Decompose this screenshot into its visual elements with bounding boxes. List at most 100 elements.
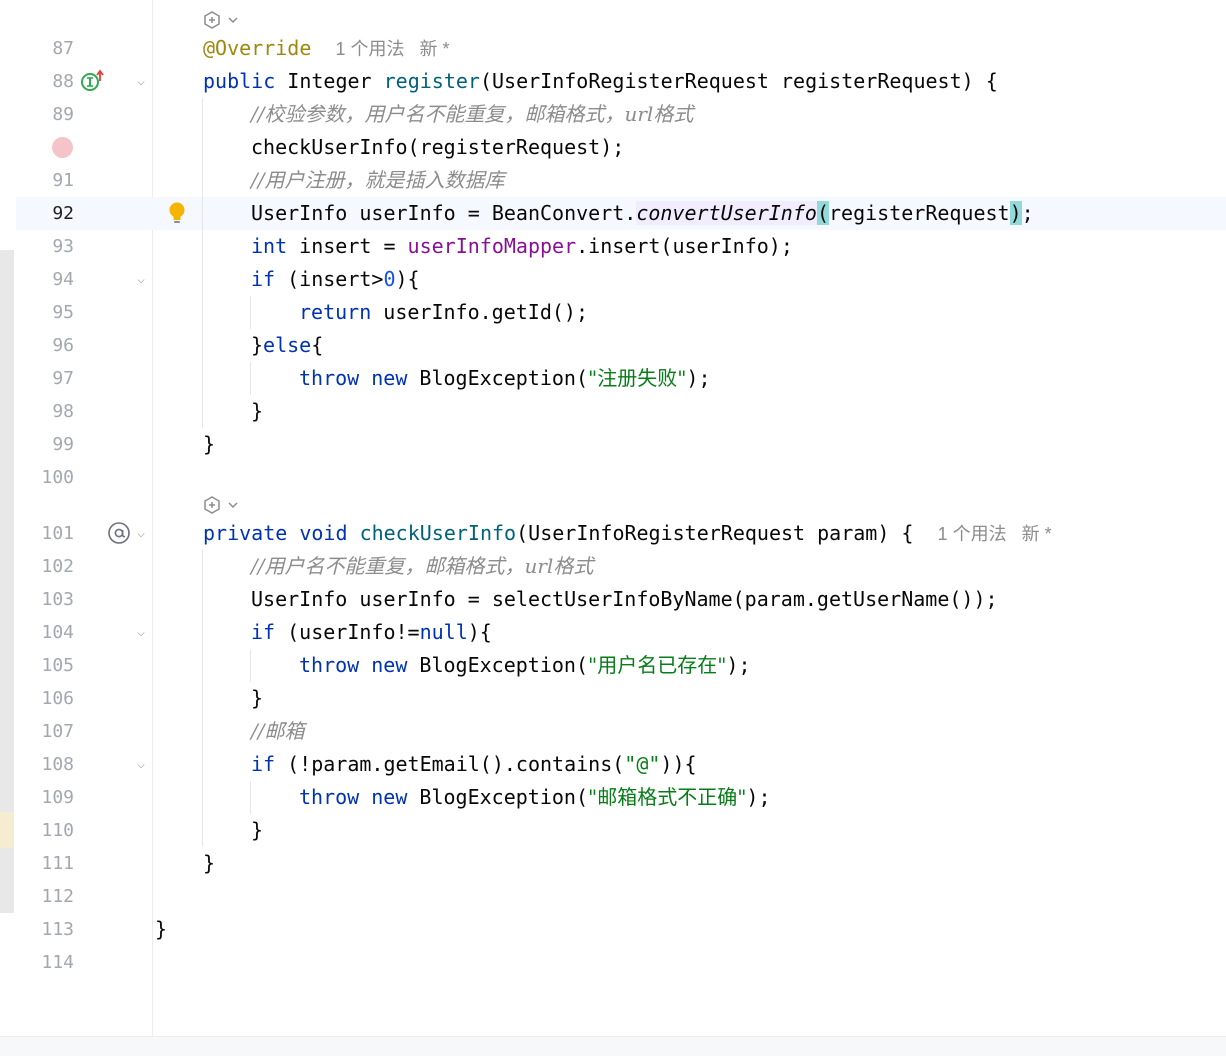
code-text: } bbox=[155, 917, 168, 941]
method-call: convertUserInfo bbox=[636, 201, 817, 225]
line-number[interactable]: 109 bbox=[20, 781, 74, 814]
line-number[interactable]: 101 bbox=[20, 517, 74, 550]
line-number[interactable]: 95 bbox=[20, 296, 74, 329]
line-number[interactable]: 88 bbox=[20, 65, 74, 98]
code-text: UserInfo userInfo = BeanConvert. bbox=[251, 201, 637, 225]
code-line[interactable]: if (userInfo!=null){ bbox=[251, 616, 492, 649]
code-line[interactable]: } bbox=[251, 395, 263, 428]
code-text: registerRequest bbox=[828, 201, 1010, 225]
change-marker bbox=[0, 812, 14, 848]
code-line[interactable]: } bbox=[203, 428, 215, 461]
comment: //校验参数，用户名不能重复，邮箱格式，url格式 bbox=[251, 102, 694, 126]
fold-arrow-icon[interactable]: ⌵ bbox=[132, 65, 150, 98]
string-literal: "邮箱格式不正确" bbox=[588, 785, 747, 809]
line-number[interactable]: 93 bbox=[20, 230, 74, 263]
line-number[interactable]: 98 bbox=[20, 395, 74, 428]
indent-guide bbox=[202, 98, 203, 428]
fold-arrow-icon[interactable]: ⌵ bbox=[132, 517, 150, 550]
keyword: throw bbox=[299, 653, 360, 677]
code-editor[interactable]: 87 88 89 91 92 93 94 95 96 97 98 99 100 … bbox=[0, 0, 1226, 1056]
line-number[interactable]: 89 bbox=[20, 98, 74, 131]
code-line[interactable]: } bbox=[155, 913, 167, 946]
code-line[interactable]: UserInfo userInfo = selectUserInfoByName… bbox=[251, 583, 998, 616]
line-number[interactable]: 111 bbox=[20, 847, 74, 880]
code-text: .insert(userInfo); bbox=[576, 234, 793, 258]
line-number[interactable]: 102 bbox=[20, 550, 74, 583]
line-number[interactable]: 94 bbox=[20, 263, 74, 296]
code-text: ){ bbox=[467, 620, 492, 644]
code-line[interactable]: if (!param.getEmail().contains("@")){ bbox=[251, 748, 697, 781]
code-line[interactable]: throw new BlogException("用户名已存在"); bbox=[299, 649, 751, 682]
keyword: new bbox=[371, 785, 408, 809]
code-line[interactable]: public Integer register(UserInfoRegister… bbox=[203, 65, 998, 98]
code-text: (!param.getEmail().contains( bbox=[275, 752, 625, 776]
line-number[interactable]: 108 bbox=[20, 748, 74, 781]
code-line-current[interactable]: UserInfo userInfo = BeanConvert.convertU… bbox=[251, 197, 1034, 230]
code-line[interactable]: @Override 1 个用法 新 * bbox=[203, 32, 450, 65]
line-number[interactable]: 104 bbox=[20, 616, 74, 649]
intention-bulb-icon[interactable] bbox=[167, 201, 187, 227]
indent-guide bbox=[250, 649, 251, 682]
annotation: @Override bbox=[203, 36, 312, 60]
keyword: public bbox=[203, 69, 276, 93]
indent-guide bbox=[250, 362, 251, 395]
status-bar bbox=[0, 1036, 1226, 1056]
code-line[interactable]: } bbox=[203, 847, 215, 880]
line-number-current[interactable]: 92 bbox=[20, 197, 74, 230]
code-line[interactable]: } bbox=[251, 682, 263, 715]
line-number[interactable]: 110 bbox=[20, 814, 74, 847]
code-line[interactable]: if (insert>0){ bbox=[251, 263, 420, 296]
breakpoint-icon[interactable] bbox=[52, 137, 73, 158]
code-line[interactable]: //邮箱 bbox=[251, 715, 304, 748]
code-line[interactable]: //用户名不能重复，邮箱格式，url格式 bbox=[251, 550, 593, 583]
fold-arrow-icon[interactable]: ⌵ bbox=[132, 263, 150, 296]
code-text: BlogException( bbox=[407, 366, 589, 390]
line-number[interactable]: 96 bbox=[20, 329, 74, 362]
code-line[interactable]: throw new BlogException("邮箱格式不正确"); bbox=[299, 781, 771, 814]
line-number[interactable]: 97 bbox=[20, 362, 74, 395]
line-number[interactable]: 112 bbox=[20, 880, 74, 913]
code-text: } bbox=[203, 432, 216, 456]
code-line[interactable]: }else{ bbox=[251, 329, 323, 362]
code-line[interactable]: throw new BlogException("注册失败"); bbox=[299, 362, 711, 395]
code-text: )){ bbox=[660, 752, 697, 776]
line-number[interactable]: 100 bbox=[20, 461, 74, 494]
indent-guide bbox=[250, 781, 251, 814]
annotation-icon[interactable] bbox=[107, 521, 131, 545]
line-number[interactable]: 99 bbox=[20, 428, 74, 461]
comment: //用户名不能重复，邮箱格式，url格式 bbox=[251, 554, 594, 578]
code-text: ); bbox=[746, 785, 771, 809]
line-number[interactable]: 103 bbox=[20, 583, 74, 616]
implements-icon[interactable] bbox=[80, 69, 106, 93]
ai-assist-icon[interactable] bbox=[203, 495, 239, 515]
code-text: } bbox=[251, 686, 264, 710]
code-line[interactable]: private void checkUserInfo(UserInfoRegis… bbox=[203, 517, 1052, 550]
usage-hint[interactable]: 1 个用法 新 * bbox=[335, 39, 449, 59]
keyword: private bbox=[203, 521, 288, 545]
fold-arrow-icon[interactable]: ⌵ bbox=[132, 748, 150, 781]
comment: //用户注册，就是插入数据库 bbox=[251, 168, 505, 192]
line-number[interactable]: 106 bbox=[20, 682, 74, 715]
code-text: ); bbox=[726, 653, 751, 677]
keyword: if bbox=[251, 752, 276, 776]
line-number[interactable]: 91 bbox=[20, 164, 74, 197]
line-number[interactable]: 107 bbox=[20, 715, 74, 748]
line-number[interactable]: 113 bbox=[20, 913, 74, 946]
code-line[interactable]: checkUserInfo(registerRequest); bbox=[251, 131, 624, 164]
keyword: new bbox=[371, 653, 408, 677]
code-line[interactable]: int insert = userInfoMapper.insert(userI… bbox=[251, 230, 793, 263]
code-line[interactable]: } bbox=[251, 814, 263, 847]
fold-arrow-icon[interactable]: ⌵ bbox=[132, 616, 150, 649]
ai-assist-icon[interactable] bbox=[203, 10, 239, 30]
line-number[interactable]: 87 bbox=[20, 32, 74, 65]
keyword: if bbox=[251, 620, 276, 644]
method-name: register bbox=[383, 69, 480, 93]
code-line[interactable]: //校验参数，用户名不能重复，邮箱格式，url格式 bbox=[251, 98, 693, 131]
line-number[interactable]: 114 bbox=[20, 946, 74, 979]
line-number[interactable]: 105 bbox=[20, 649, 74, 682]
code-line[interactable]: return userInfo.getId(); bbox=[299, 296, 588, 329]
code-text: (UserInfoRegisterRequest registerRequest… bbox=[479, 69, 998, 93]
code-line[interactable]: //用户注册，就是插入数据库 bbox=[251, 164, 504, 197]
comment: //邮箱 bbox=[251, 719, 305, 743]
usage-hint[interactable]: 1 个用法 新 * bbox=[938, 524, 1052, 544]
